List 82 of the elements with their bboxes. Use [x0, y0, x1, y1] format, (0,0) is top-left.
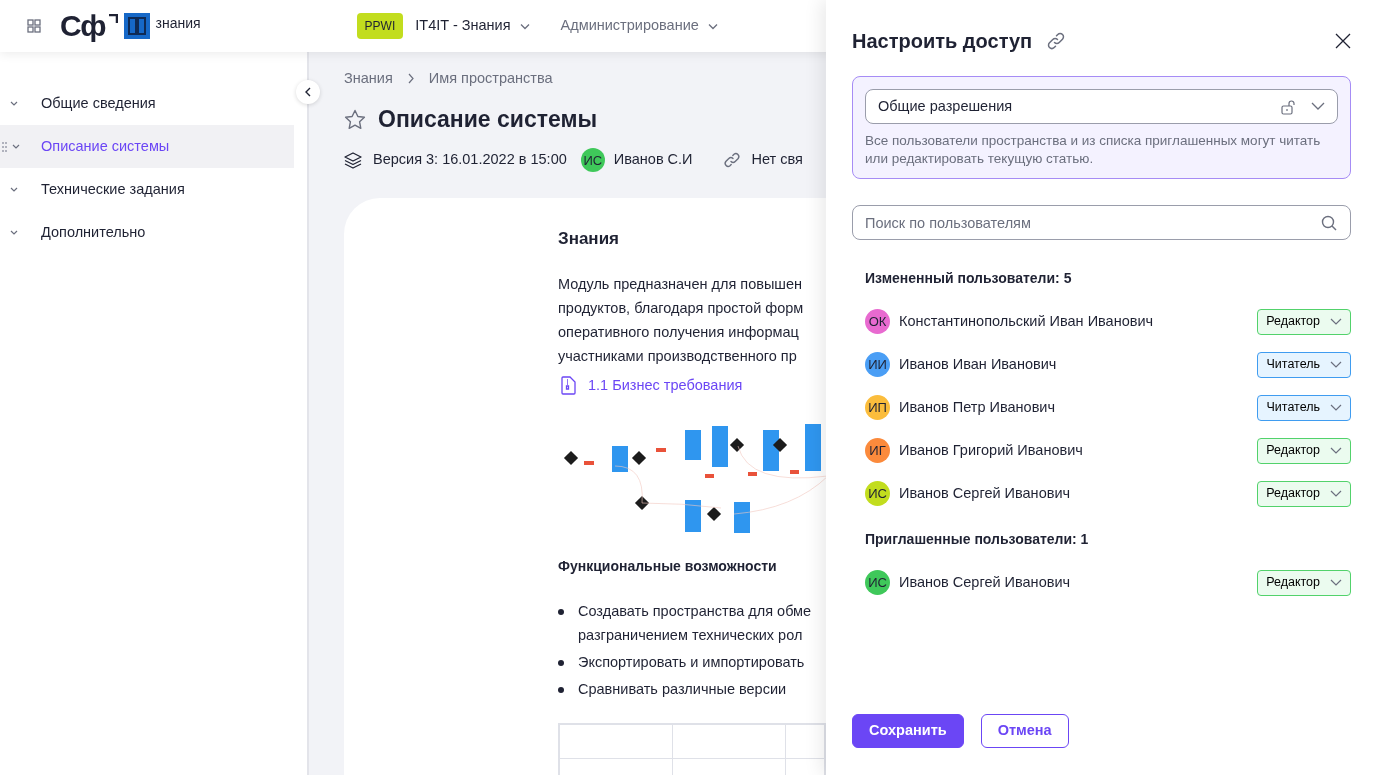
bullet-icon	[558, 659, 564, 666]
search-field[interactable]: Поиск по пользователям	[852, 205, 1351, 240]
chevron-down-icon[interactable]	[12, 143, 20, 150]
close-button[interactable]	[1335, 33, 1351, 49]
role-dropdown[interactable]: Редактор	[1257, 437, 1351, 464]
apps-grid-icon[interactable]	[27, 19, 41, 33]
user-name: Константинопольский Иван Иванович	[899, 311, 1154, 331]
attachment-link[interactable]: 1.1 Бизнес требования	[588, 374, 743, 397]
user-avatar: ИГ	[865, 438, 890, 463]
user-name: Иванов Иван Иванович	[899, 354, 1057, 374]
bullet-icon	[558, 608, 564, 615]
user-avatar: ИС	[865, 481, 890, 506]
star-icon[interactable]	[344, 108, 366, 130]
list-item-text: Создавать пространства для обме разграничением технических рол	[578, 601, 812, 645]
user-avatar: ИИ	[865, 352, 890, 377]
section-heading: Измененный пользователи: 5	[864, 269, 1073, 288]
sidebar-item[interactable]: Общие сведения	[0, 82, 294, 125]
chevron-down-icon[interactable]	[10, 100, 18, 107]
search-icon[interactable]	[1321, 215, 1337, 231]
nav-menu[interactable]: Администрирование	[560, 15, 719, 37]
permission-hint: Все пользователи пространства и из списка приглашенных могут читать или редактировать текущую статью.	[865, 132, 1322, 168]
role-dropdown[interactable]: Читатель	[1257, 351, 1351, 378]
user-avatar: ОК	[865, 309, 890, 334]
chevron-down-icon	[1311, 102, 1325, 111]
sidebar-item[interactable]: Дополнительно	[0, 211, 294, 254]
author-name: Иванов С.И	[613, 150, 693, 170]
user-name: Иванов Петр Иванович	[899, 397, 1056, 417]
chevron-right-icon	[406, 73, 415, 85]
permission-select[interactable]: Общие разрешения	[865, 89, 1338, 124]
paragraph-line: Модуль предназначен для повышен	[558, 274, 804, 294]
author-avatar: ИС	[580, 148, 605, 173]
role-dropdown[interactable]: Редактор	[1257, 480, 1351, 507]
chevron-down-icon	[1330, 578, 1342, 587]
link-icon[interactable]	[722, 151, 741, 170]
save-button[interactable]: Сохранить	[852, 714, 964, 748]
chevron-down-icon[interactable]	[10, 186, 18, 193]
user-avatar: ИС	[865, 570, 890, 595]
breadcrumb-link[interactable]: Имя пространства	[428, 68, 553, 90]
role-dropdown[interactable]: Редактор	[1257, 308, 1351, 335]
user-avatar: ИП	[865, 395, 890, 420]
logo-mark-icon	[107, 14, 118, 24]
paragraph-line: продуктов, благодаря простой форм	[558, 298, 805, 318]
chevron-down-icon	[1330, 360, 1342, 369]
bullet-icon	[558, 686, 564, 693]
chevron-down-icon	[1330, 446, 1342, 455]
features-heading: Функциональные возможности	[558, 556, 778, 576]
version-text: Версия 3: 16.01.2022 в 15:00	[373, 150, 567, 170]
document-icon[interactable]	[560, 376, 576, 396]
sidebar-item[interactable]: Технические задания	[0, 168, 294, 211]
chevron-down-icon	[1330, 403, 1342, 412]
drawer-title: Настроить доступ	[852, 29, 1033, 54]
section-heading: Приглашенные пользователи: 1	[864, 530, 1090, 549]
user-name: Иванов Сергей Иванович	[899, 483, 1071, 503]
role-dropdown[interactable]: Редактор	[1257, 569, 1351, 596]
list-item-text: Сравнивать различные версии	[578, 679, 787, 699]
paragraph-line: участниками производственного пр	[558, 346, 798, 366]
nav-menu[interactable]: IT4IT - Знания	[415, 15, 531, 37]
breadcrumb-link[interactable]: Знания	[344, 68, 393, 90]
close-icon	[1335, 33, 1351, 49]
user-name: Иванов Григорий Иванович	[899, 440, 1083, 460]
cancel-button[interactable]: Отмена	[980, 714, 1069, 748]
sidebar-item[interactable]: Описание системы	[0, 125, 294, 168]
user-name: Иванов Сергей Иванович	[899, 572, 1071, 592]
page-title: Описание системы	[378, 104, 598, 134]
chevron-left-icon	[304, 87, 312, 97]
role-dropdown[interactable]: Читатель	[1257, 394, 1351, 421]
logo-caption: знания	[155, 13, 201, 33]
chevron-down-icon[interactable]	[10, 229, 18, 236]
space-badge: PPWI	[356, 13, 404, 39]
logo-text: Сф	[60, 11, 106, 41]
link-icon[interactable]	[1046, 31, 1067, 51]
chevron-down-icon	[1330, 317, 1342, 326]
article-heading: Знания	[558, 228, 620, 251]
list-item-text: Экспортировать и импортировать	[578, 652, 805, 672]
paragraph-line: оперативного получения информац	[558, 322, 800, 342]
logo-square-icon	[123, 13, 150, 39]
chevron-down-icon	[1330, 489, 1342, 498]
drag-handle-icon[interactable]	[2, 141, 7, 152]
collapse-sidebar-button[interactable]	[296, 80, 320, 104]
links-text[interactable]: Нет свя	[751, 149, 803, 172]
layers-icon	[344, 151, 362, 169]
unlocked-padlock-icon	[1281, 98, 1295, 115]
